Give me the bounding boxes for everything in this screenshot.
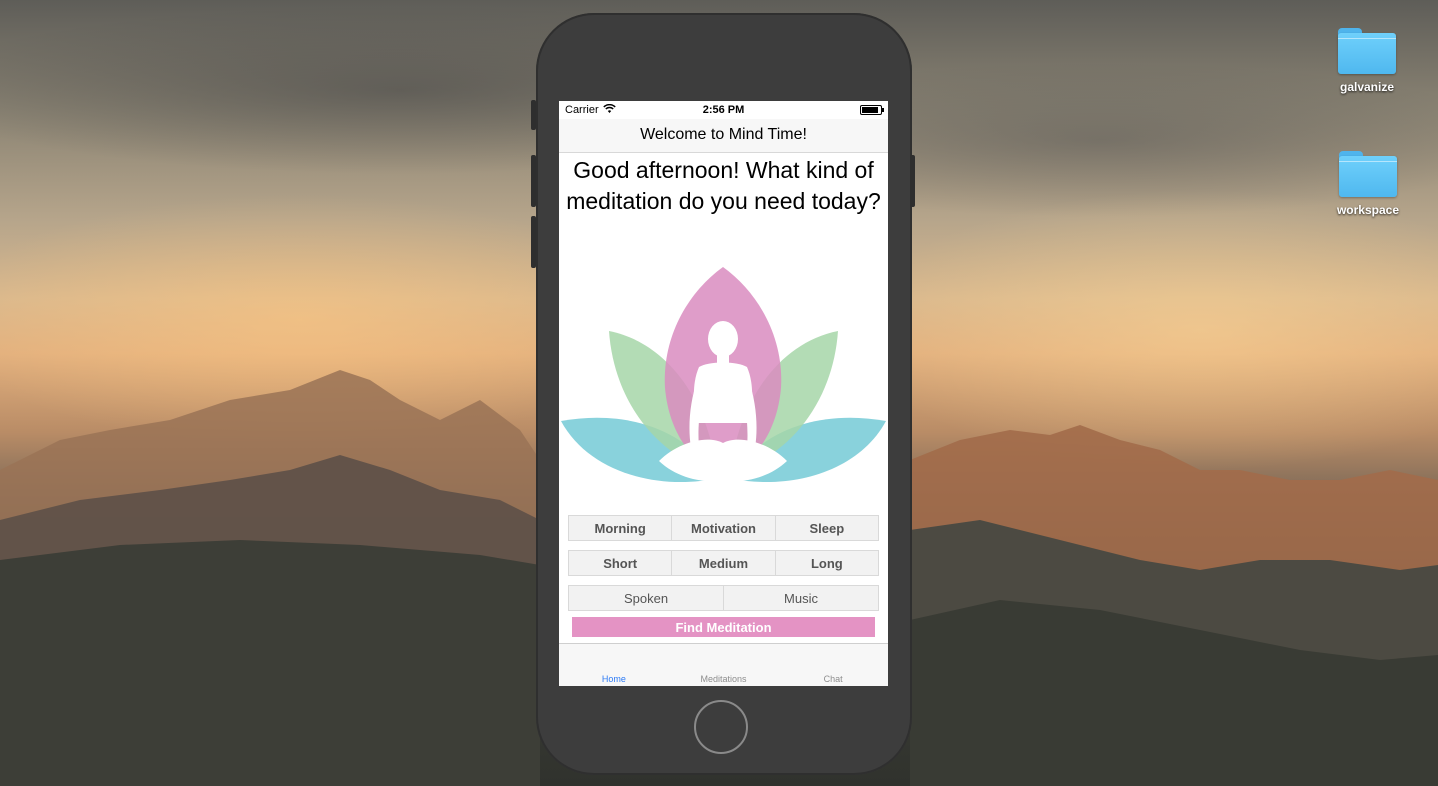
- tab-meditations[interactable]: Meditations: [669, 644, 779, 686]
- battery-icon: [860, 105, 884, 115]
- desktop-folder-label: galvanize: [1339, 80, 1395, 94]
- find-meditation-button[interactable]: Find Meditation: [572, 617, 875, 637]
- tab-label: Chat: [823, 674, 843, 684]
- lotus-meditation-icon: [561, 267, 886, 483]
- tab-label: Meditations: [700, 674, 747, 684]
- time-of-day-segmented-control: Morning Motivation Sleep: [568, 515, 879, 541]
- segment-medium[interactable]: Medium: [672, 551, 776, 575]
- app-screen: Carrier 2:56 PM Welcome to Mind Time! Go…: [559, 101, 888, 686]
- length-segmented-control: Short Medium Long: [568, 550, 879, 576]
- segment-short[interactable]: Short: [569, 551, 673, 575]
- folder-icon: [1338, 28, 1396, 74]
- segment-sleep[interactable]: Sleep: [776, 516, 878, 540]
- greeting-headline: Good afternoon! What kind of meditation …: [566, 157, 881, 214]
- segment-morning[interactable]: Morning: [569, 516, 673, 540]
- tab-chat[interactable]: Chat: [778, 644, 888, 686]
- tab-label: Home: [601, 674, 626, 684]
- desktop-folder-galvanize[interactable]: galvanize: [1322, 28, 1412, 94]
- status-bar: Carrier 2:56 PM: [559, 101, 888, 119]
- mute-switch[interactable]: [531, 100, 536, 130]
- segment-motivation[interactable]: Motivation: [672, 516, 776, 540]
- nav-title: Welcome to Mind Time!: [640, 126, 807, 143]
- volume-up-button[interactable]: [531, 155, 536, 207]
- power-button[interactable]: [910, 155, 915, 207]
- segment-long[interactable]: Long: [776, 551, 878, 575]
- tab-home[interactable]: Home: [559, 644, 669, 686]
- desktop-folder-label: workspace: [1336, 203, 1400, 217]
- segment-music[interactable]: Music: [724, 586, 878, 610]
- desktop-folder-workspace[interactable]: workspace: [1323, 151, 1413, 217]
- home-button[interactable]: [694, 700, 748, 754]
- folder-icon: [1339, 151, 1397, 197]
- type-segmented-control: Spoken Music: [568, 585, 879, 611]
- tab-bar: Home Meditations Chat: [559, 643, 888, 686]
- status-time: 2:56 PM: [702, 104, 745, 116]
- volume-down-button[interactable]: [531, 216, 536, 268]
- navigation-bar: Welcome to Mind Time!: [559, 119, 888, 153]
- segment-spoken[interactable]: Spoken: [569, 586, 724, 610]
